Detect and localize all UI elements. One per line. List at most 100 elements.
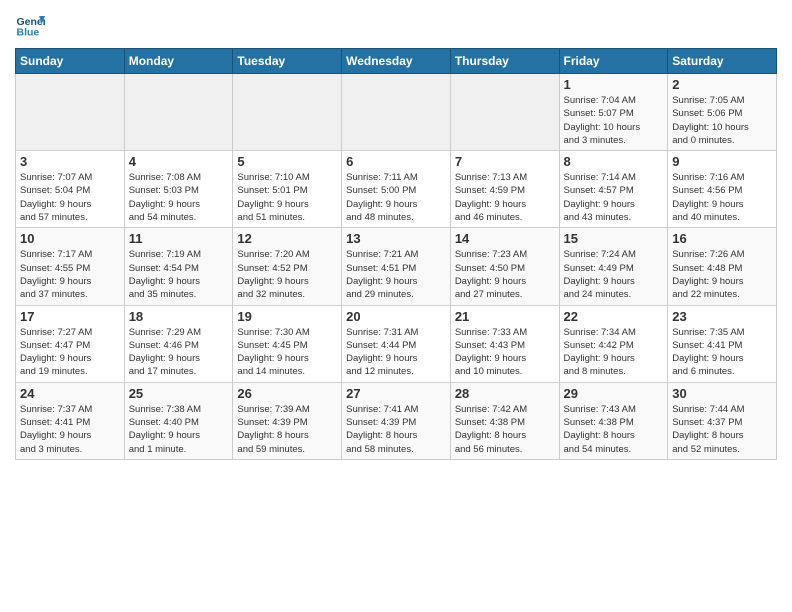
day-info: Sunrise: 7:07 AMSunset: 5:04 PMDaylight:… (20, 171, 120, 224)
col-header-saturday: Saturday (668, 49, 777, 74)
calendar-cell: 27 Sunrise: 7:41 AMSunset: 4:39 PMDayligh… (342, 382, 451, 459)
day-number: 16 (672, 231, 772, 246)
col-header-thursday: Thursday (450, 49, 559, 74)
day-number: 30 (672, 386, 772, 401)
calendar-cell: 2 Sunrise: 7:05 AMSunset: 5:06 PMDaylight… (668, 74, 777, 151)
calendar-cell: 18 Sunrise: 7:29 AMSunset: 4:46 PMDayligh… (124, 305, 233, 382)
day-info: Sunrise: 7:33 AMSunset: 4:43 PMDaylight:… (455, 326, 555, 379)
calendar-cell: 25 Sunrise: 7:38 AMSunset: 4:40 PMDayligh… (124, 382, 233, 459)
day-number: 9 (672, 154, 772, 169)
col-header-tuesday: Tuesday (233, 49, 342, 74)
calendar-cell: 21 Sunrise: 7:33 AMSunset: 4:43 PMDayligh… (450, 305, 559, 382)
calendar-cell: 6 Sunrise: 7:11 AMSunset: 5:00 PMDaylight… (342, 151, 451, 228)
calendar-cell: 20 Sunrise: 7:31 AMSunset: 4:44 PMDayligh… (342, 305, 451, 382)
day-number: 3 (20, 154, 120, 169)
calendar-cell: 7 Sunrise: 7:13 AMSunset: 4:59 PMDaylight… (450, 151, 559, 228)
calendar-cell: 23 Sunrise: 7:35 AMSunset: 4:41 PMDayligh… (668, 305, 777, 382)
col-header-friday: Friday (559, 49, 668, 74)
day-info: Sunrise: 7:24 AMSunset: 4:49 PMDaylight:… (564, 248, 664, 301)
day-info: Sunrise: 7:38 AMSunset: 4:40 PMDaylight:… (129, 403, 229, 456)
day-number: 4 (129, 154, 229, 169)
day-number: 21 (455, 309, 555, 324)
calendar-cell: 30Sunrise: 7:44 AMSunset: 4:37 PMDayligh… (668, 382, 777, 459)
calendar-cell: 24 Sunrise: 7:37 AMSunset: 4:41 PMDayligh… (16, 382, 125, 459)
calendar-cell: 15 Sunrise: 7:24 AMSunset: 4:49 PMDayligh… (559, 228, 668, 305)
day-number: 23 (672, 309, 772, 324)
calendar-cell: 14 Sunrise: 7:23 AMSunset: 4:50 PMDayligh… (450, 228, 559, 305)
calendar-cell: 29 Sunrise: 7:43 AMSunset: 4:38 PMDayligh… (559, 382, 668, 459)
day-info: Sunrise: 7:26 AMSunset: 4:48 PMDaylight:… (672, 248, 772, 301)
day-info: Sunrise: 7:19 AMSunset: 4:54 PMDaylight:… (129, 248, 229, 301)
col-header-wednesday: Wednesday (342, 49, 451, 74)
day-info: Sunrise: 7:21 AMSunset: 4:51 PMDaylight:… (346, 248, 446, 301)
day-info: Sunrise: 7:27 AMSunset: 4:47 PMDaylight:… (20, 326, 120, 379)
day-number: 18 (129, 309, 229, 324)
page-header: General Blue (15, 10, 777, 40)
day-number: 5 (237, 154, 337, 169)
day-number: 13 (346, 231, 446, 246)
day-info: Sunrise: 7:43 AMSunset: 4:38 PMDaylight:… (564, 403, 664, 456)
day-number: 19 (237, 309, 337, 324)
logo: General Blue (15, 10, 49, 40)
day-info: Sunrise: 7:13 AMSunset: 4:59 PMDaylight:… (455, 171, 555, 224)
day-number: 6 (346, 154, 446, 169)
day-number: 2 (672, 77, 772, 92)
day-info: Sunrise: 7:35 AMSunset: 4:41 PMDaylight:… (672, 326, 772, 379)
day-info: Sunrise: 7:30 AMSunset: 4:45 PMDaylight:… (237, 326, 337, 379)
calendar-cell: 22Sunrise: 7:34 AMSunset: 4:42 PMDayligh… (559, 305, 668, 382)
col-header-sunday: Sunday (16, 49, 125, 74)
calendar-cell: 13 Sunrise: 7:21 AMSunset: 4:51 PMDayligh… (342, 228, 451, 305)
day-number: 25 (129, 386, 229, 401)
day-info: Sunrise: 7:08 AMSunset: 5:03 PMDaylight:… (129, 171, 229, 224)
day-info: Sunrise: 7:05 AMSunset: 5:06 PMDaylight:… (672, 94, 772, 147)
day-info: Sunrise: 7:37 AMSunset: 4:41 PMDaylight:… (20, 403, 120, 456)
calendar-cell: 17Sunrise: 7:27 AMSunset: 4:47 PMDayligh… (16, 305, 125, 382)
calendar-cell (342, 74, 451, 151)
day-number: 28 (455, 386, 555, 401)
svg-text:Blue: Blue (17, 27, 40, 39)
calendar-cell: 3 Sunrise: 7:07 AMSunset: 5:04 PMDaylight… (16, 151, 125, 228)
day-number: 24 (20, 386, 120, 401)
calendar-cell (16, 74, 125, 151)
day-info: Sunrise: 7:17 AMSunset: 4:55 PMDaylight:… (20, 248, 120, 301)
day-info: Sunrise: 7:29 AMSunset: 4:46 PMDaylight:… (129, 326, 229, 379)
day-info: Sunrise: 7:42 AMSunset: 4:38 PMDaylight:… (455, 403, 555, 456)
calendar-cell: 10 Sunrise: 7:17 AMSunset: 4:55 PMDayligh… (16, 228, 125, 305)
day-info: Sunrise: 7:31 AMSunset: 4:44 PMDaylight:… (346, 326, 446, 379)
calendar-cell: 5 Sunrise: 7:10 AMSunset: 5:01 PMDaylight… (233, 151, 342, 228)
day-info: Sunrise: 7:41 AMSunset: 4:39 PMDaylight:… (346, 403, 446, 456)
day-number: 29 (564, 386, 664, 401)
day-number: 7 (455, 154, 555, 169)
calendar-table: SundayMondayTuesdayWednesdayThursdayFrid… (15, 48, 777, 460)
calendar-cell (450, 74, 559, 151)
day-info: Sunrise: 7:10 AMSunset: 5:01 PMDaylight:… (237, 171, 337, 224)
day-number: 20 (346, 309, 446, 324)
day-info: Sunrise: 7:23 AMSunset: 4:50 PMDaylight:… (455, 248, 555, 301)
day-info: Sunrise: 7:11 AMSunset: 5:00 PMDaylight:… (346, 171, 446, 224)
day-number: 14 (455, 231, 555, 246)
day-info: Sunrise: 7:34 AMSunset: 4:42 PMDaylight:… (564, 326, 664, 379)
day-info: Sunrise: 7:14 AMSunset: 4:57 PMDaylight:… (564, 171, 664, 224)
logo-icon: General Blue (15, 10, 45, 40)
day-number: 15 (564, 231, 664, 246)
day-number: 10 (20, 231, 120, 246)
day-number: 11 (129, 231, 229, 246)
col-header-monday: Monday (124, 49, 233, 74)
calendar-cell (233, 74, 342, 151)
day-info: Sunrise: 7:04 AMSunset: 5:07 PMDaylight:… (564, 94, 664, 147)
calendar-cell: 26Sunrise: 7:39 AMSunset: 4:39 PMDayligh… (233, 382, 342, 459)
calendar-cell: 16 Sunrise: 7:26 AMSunset: 4:48 PMDayligh… (668, 228, 777, 305)
day-number: 27 (346, 386, 446, 401)
calendar-cell: 1 Sunrise: 7:04 AMSunset: 5:07 PMDaylight… (559, 74, 668, 151)
calendar-cell: 12 Sunrise: 7:20 AMSunset: 4:52 PMDayligh… (233, 228, 342, 305)
calendar-cell: 19 Sunrise: 7:30 AMSunset: 4:45 PMDayligh… (233, 305, 342, 382)
calendar-cell: 8 Sunrise: 7:14 AMSunset: 4:57 PMDaylight… (559, 151, 668, 228)
calendar-cell (124, 74, 233, 151)
calendar-cell: 11 Sunrise: 7:19 AMSunset: 4:54 PMDayligh… (124, 228, 233, 305)
day-number: 1 (564, 77, 664, 92)
calendar-cell: 4 Sunrise: 7:08 AMSunset: 5:03 PMDaylight… (124, 151, 233, 228)
day-info: Sunrise: 7:20 AMSunset: 4:52 PMDaylight:… (237, 248, 337, 301)
day-number: 8 (564, 154, 664, 169)
day-info: Sunrise: 7:16 AMSunset: 4:56 PMDaylight:… (672, 171, 772, 224)
day-number: 12 (237, 231, 337, 246)
